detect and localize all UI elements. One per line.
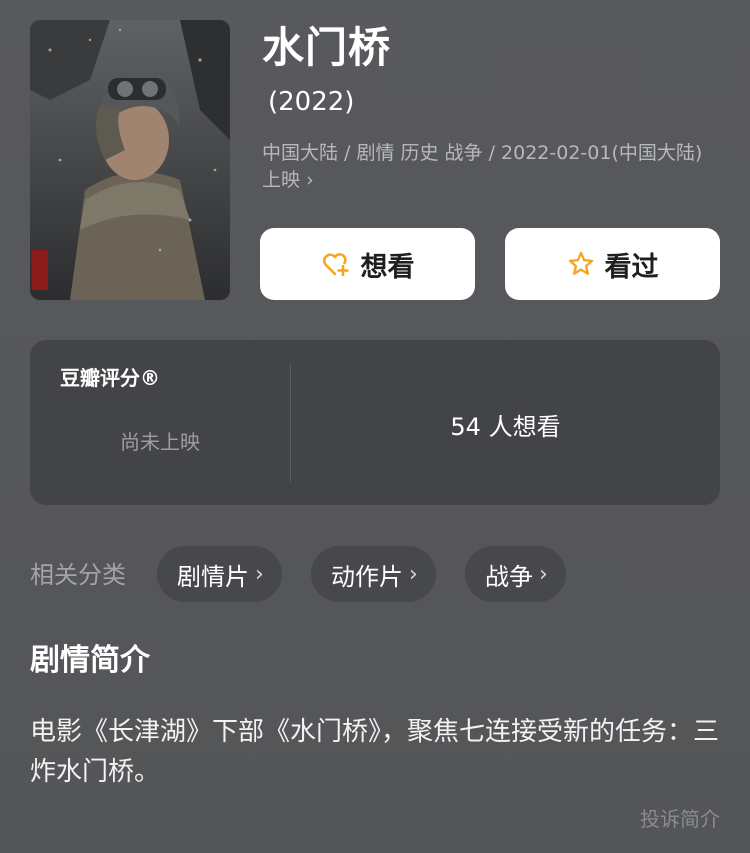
category-chip-label: 剧情片 — [177, 562, 249, 591]
watched-button[interactable]: 看过 — [505, 228, 720, 300]
movie-meta-text: 中国大陆 / 剧情 历史 战争 / 2022-02-01(中国大陆) 上映 — [262, 142, 703, 191]
movie-year: (2022) — [268, 87, 355, 117]
heart-plus-icon — [321, 250, 351, 278]
related-categories-label: 相关分类 — [30, 561, 126, 589]
category-chip-label: 战争 — [485, 562, 533, 591]
rating-card[interactable]: 豆瓣评分® 尚未上映 54 人想看 — [30, 340, 720, 505]
rating-status: 尚未上映 — [120, 430, 200, 454]
star-icon — [567, 250, 595, 278]
chevron-right-icon: › — [255, 561, 264, 587]
chevron-right-icon: › — [409, 561, 418, 587]
chevron-right-icon: › — [539, 561, 548, 587]
chevron-right-icon: › — [306, 169, 314, 191]
report-synopsis-link[interactable]: 投诉简介 — [640, 803, 720, 832]
want-to-watch-button[interactable]: 想看 — [260, 228, 475, 300]
synopsis-text: 电影《长津湖》下部《水门桥》，聚焦七连接受新的任务：三炸水门桥。 — [30, 717, 720, 787]
category-chip-label: 动作片 — [331, 562, 403, 591]
movie-meta-link[interactable]: 中国大陆 / 剧情 历史 战争 / 2022-02-01(中国大陆) 上映 › — [262, 140, 722, 194]
category-chip-war[interactable]: 战争 › — [465, 546, 566, 602]
category-chip-drama[interactable]: 剧情片 › — [157, 546, 282, 602]
category-chip-action[interactable]: 动作片 › — [311, 546, 436, 602]
synopsis-heading: 剧情简介 — [30, 643, 150, 678]
want-to-watch-label: 想看 — [360, 251, 415, 283]
rating-label: 豆瓣评分® — [60, 366, 160, 390]
movie-title: 水门桥 — [262, 23, 392, 72]
poster-image — [30, 20, 230, 300]
movie-poster[interactable] — [30, 20, 230, 300]
wish-count: 54 人想看 — [450, 413, 561, 441]
watched-label: 看过 — [604, 251, 659, 283]
